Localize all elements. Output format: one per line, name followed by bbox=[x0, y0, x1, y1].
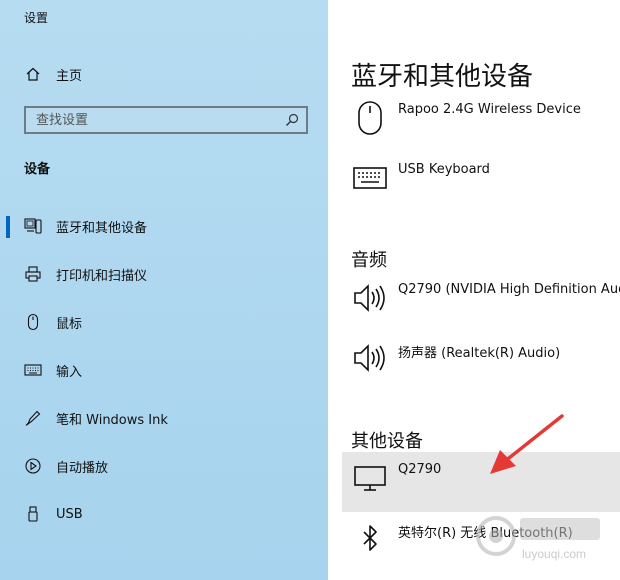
home-icon bbox=[24, 65, 42, 83]
audio-heading: 音频 bbox=[351, 250, 387, 271]
device-name: Q2790 (NVIDIA High Definition Aud bbox=[398, 282, 620, 297]
device-intel-bluetooth[interactable]: 英特尔(R) 无线 Bluetooth(R) bbox=[342, 512, 620, 570]
speaker-icon bbox=[352, 280, 388, 316]
device-name: 扬声器 (Realtek(R) Audio) bbox=[398, 346, 561, 361]
device-q2790-monitor[interactable]: Q2790 bbox=[342, 452, 620, 512]
settings-sidebar: 设置 主页 设备 蓝牙和其他设备 打印机和扫描仪 bbox=[0, 0, 328, 580]
usb-icon bbox=[24, 505, 42, 523]
home-label: 主页 bbox=[56, 68, 83, 84]
device-usb-keyboard[interactable]: USB Keyboard bbox=[342, 152, 620, 210]
keyboard-icon bbox=[24, 361, 42, 379]
keyboard-icon bbox=[352, 160, 388, 196]
mouse-icon bbox=[24, 313, 42, 331]
sidebar-item-autoplay[interactable]: 自动播放 bbox=[0, 442, 328, 490]
selected-indicator bbox=[6, 216, 10, 238]
sidebar-item-printers[interactable]: 打印机和扫描仪 bbox=[0, 250, 328, 298]
device-name: USB Keyboard bbox=[398, 162, 490, 177]
device-name: Rapoo 2.4G Wireless Device bbox=[398, 102, 581, 117]
sidebar-item-label: 鼠标 bbox=[56, 316, 83, 332]
sidebar-item-label: 打印机和扫描仪 bbox=[56, 268, 148, 284]
sidebar-item-label: 笔和 Windows Ink bbox=[56, 412, 168, 428]
device-q2790-audio[interactable]: Q2790 (NVIDIA High Definition Aud bbox=[342, 272, 620, 330]
sidebar-item-label: USB bbox=[56, 506, 83, 522]
device-name: Q2790 bbox=[398, 462, 442, 477]
pen-icon bbox=[24, 409, 42, 427]
sidebar-item-label: 自动播放 bbox=[56, 460, 109, 476]
bluetooth-icon bbox=[352, 520, 388, 556]
sidebar-item-label: 蓝牙和其他设备 bbox=[56, 220, 148, 236]
main-content: 蓝牙和其他设备 Rapoo 2.4G Wireless Device USB K… bbox=[328, 0, 620, 580]
bluetooth-devices-icon bbox=[24, 217, 42, 235]
nav-list: 蓝牙和其他设备 打印机和扫描仪 鼠标 输入 笔和 Windows Ink 自动播… bbox=[0, 202, 328, 538]
sidebar-item-mouse[interactable]: 鼠标 bbox=[0, 298, 328, 346]
device-realtek-speaker[interactable]: 扬声器 (Realtek(R) Audio) bbox=[342, 332, 620, 390]
speaker-icon bbox=[352, 340, 388, 376]
mouse-icon bbox=[352, 100, 388, 136]
app-title: 设置 bbox=[24, 11, 49, 25]
sidebar-item-label: 输入 bbox=[56, 364, 83, 380]
home-nav-item[interactable]: 主页 bbox=[24, 62, 304, 86]
device-rapoo-wireless[interactable]: Rapoo 2.4G Wireless Device bbox=[342, 92, 620, 150]
sidebar-item-typing[interactable]: 输入 bbox=[0, 346, 328, 394]
sidebar-item-pen-ink[interactable]: 笔和 Windows Ink bbox=[0, 394, 328, 442]
sidebar-item-usb[interactable]: USB bbox=[0, 490, 328, 538]
section-heading: 设备 bbox=[24, 162, 51, 177]
page-title: 蓝牙和其他设备 bbox=[351, 62, 534, 92]
search-icon[interactable] bbox=[284, 112, 300, 128]
sidebar-item-bluetooth-devices[interactable]: 蓝牙和其他设备 bbox=[0, 202, 328, 250]
printer-icon bbox=[24, 265, 42, 283]
other-devices-heading: 其他设备 bbox=[351, 431, 423, 452]
autoplay-icon bbox=[24, 457, 42, 475]
search-input[interactable] bbox=[26, 108, 296, 132]
monitor-icon bbox=[352, 460, 388, 496]
device-name: 英特尔(R) 无线 Bluetooth(R) bbox=[398, 526, 573, 541]
search-box[interactable] bbox=[24, 106, 308, 134]
